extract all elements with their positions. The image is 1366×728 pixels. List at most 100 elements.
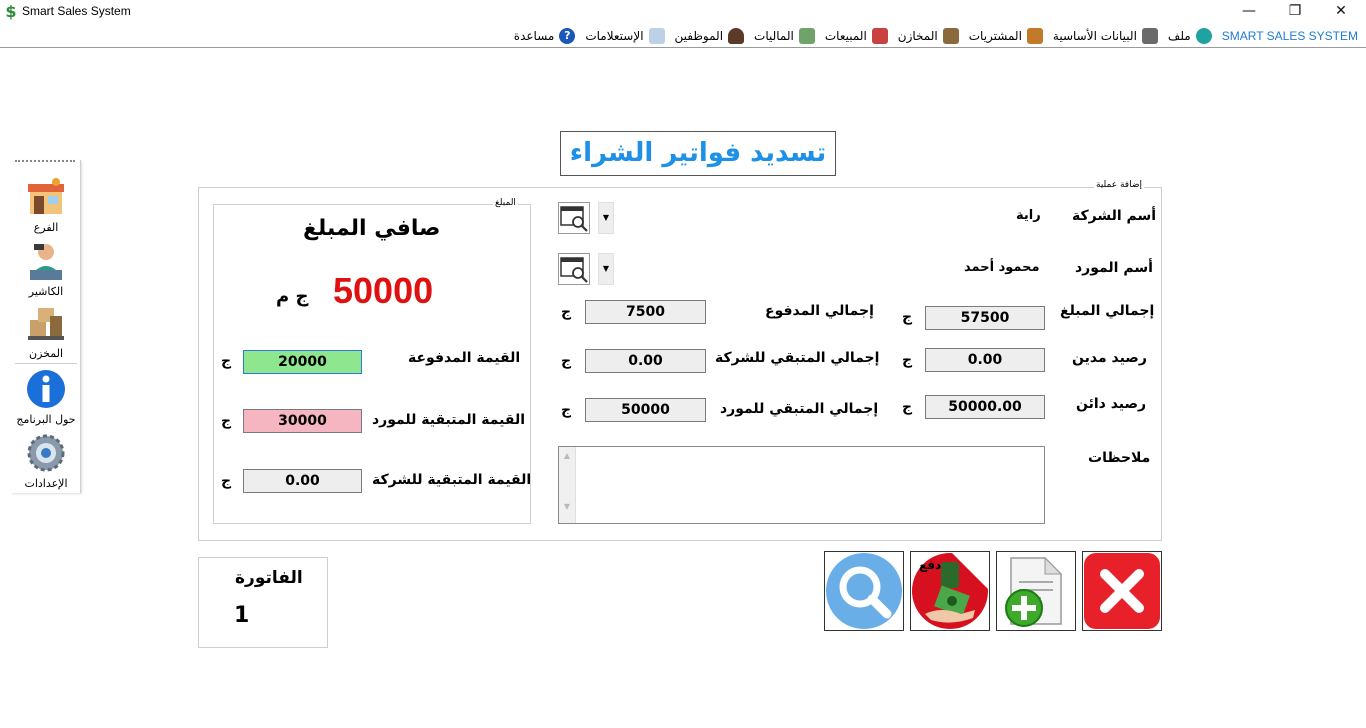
- menu-brand-label: SMART SALES SYSTEM: [1221, 29, 1358, 43]
- remaining-supplier-value-label: القيمة المتبقية للمورد: [372, 412, 526, 428]
- scroll-up-icon[interactable]: ▲: [559, 451, 575, 460]
- window-search-icon: [560, 206, 588, 232]
- basic-data-icon: [1141, 28, 1158, 44]
- menu-brand[interactable]: SMART SALES SYSTEM: [1222, 29, 1358, 43]
- pay-button[interactable]: دفع: [910, 551, 990, 631]
- info-icon: [27, 370, 65, 408]
- debit-balance-field[interactable]: 0.00: [925, 348, 1045, 372]
- add-document-icon: [1005, 556, 1063, 627]
- app-dollar-icon: $: [5, 2, 17, 21]
- pay-button-label: دفع: [919, 558, 942, 572]
- notes-scrollbar[interactable]: ▲ ▼: [559, 447, 576, 523]
- supplier-dropdown-arrow[interactable]: ▼: [598, 253, 614, 285]
- file-icon: [1195, 28, 1212, 44]
- menu-employees-label: الموظفين: [674, 29, 724, 43]
- menu-file[interactable]: ملف: [1168, 28, 1212, 44]
- total-amount-label: إجمالي المبلغ: [1060, 303, 1155, 319]
- page-title: تسديد فواتير الشراء: [560, 131, 836, 176]
- company-dropdown-arrow[interactable]: ▼: [598, 202, 614, 234]
- toolbox-cashier[interactable]: الكاشير: [11, 240, 81, 298]
- branch-icon: [28, 178, 64, 214]
- company-name-label: أسم الشركة: [1072, 208, 1157, 224]
- employees-icon: [728, 28, 745, 44]
- remaining-company-label: إجمالي المتبقي للشركة: [715, 350, 880, 366]
- notes-label: ملاحظات: [1088, 450, 1151, 466]
- help-icon: ?: [559, 28, 576, 44]
- menu-finance[interactable]: الماليات: [754, 28, 815, 44]
- credit-balance-field[interactable]: 50000.00: [925, 395, 1045, 419]
- cashier-icon: [30, 244, 62, 280]
- menu-sales-label: المبيعات: [824, 29, 867, 43]
- menu-help[interactable]: مساعدة ?: [514, 28, 576, 44]
- toolbox-cashier-label: الكاشير: [28, 285, 64, 298]
- toolbox-about-label: حول البرنامج: [16, 413, 76, 426]
- toolbox-branch[interactable]: الفرع: [11, 176, 81, 234]
- menu-items: مساعدة ? الإستعلامات الموظفين الماليات ا…: [514, 24, 1358, 48]
- menu-help-label: مساعدة: [513, 29, 555, 43]
- restore-button[interactable]: ❐: [1272, 0, 1318, 24]
- paid-value-label: القيمة المدفوعة: [408, 350, 521, 366]
- menu-warehouse[interactable]: المخازن: [898, 28, 959, 44]
- purchases-icon: [1026, 28, 1043, 44]
- menu-employees[interactable]: الموظفين: [675, 28, 745, 44]
- toolbox-store[interactable]: المخزن: [11, 302, 81, 360]
- paid-value-field[interactable]: 20000: [243, 350, 362, 374]
- menu-purchases[interactable]: المشتريات: [969, 28, 1043, 44]
- side-toolbox: الفرع الكاشير المخزن حول البرنامج الإعدا…: [11, 160, 81, 493]
- total-amount-currency: ج: [902, 309, 913, 325]
- menu-queries-label: الإستعلامات: [585, 29, 644, 43]
- menu-purchases-label: المشتريات: [968, 29, 1022, 43]
- toolbox-store-label: المخزن: [28, 347, 63, 360]
- remaining-company-field[interactable]: 0.00: [585, 349, 706, 373]
- cancel-button[interactable]: [1082, 551, 1162, 631]
- notes-textarea[interactable]: ▲ ▼: [558, 446, 1045, 524]
- magnifier-icon: [826, 553, 902, 629]
- toolbox-settings[interactable]: الإعدادات: [11, 432, 81, 490]
- remaining-supplier-field[interactable]: 50000: [585, 398, 706, 422]
- supplier-name-label: أسم المورد: [1075, 260, 1153, 276]
- title-bar: $ Smart Sales System — ❐ ✕: [0, 0, 1366, 24]
- scroll-down-icon[interactable]: ▼: [559, 502, 575, 511]
- supplier-lookup-button[interactable]: [558, 253, 590, 285]
- net-amount-label: صافي المبلغ: [303, 216, 441, 241]
- remaining-company-value-label: القيمة المتبقية للشركة: [372, 472, 532, 488]
- toolbox-grip[interactable]: [15, 160, 75, 164]
- search-button[interactable]: [824, 551, 904, 631]
- company-lookup-button[interactable]: [558, 202, 590, 234]
- queries-icon: [648, 28, 665, 44]
- toolbox-branch-label: الفرع: [33, 221, 59, 234]
- close-x-icon: [1084, 553, 1160, 629]
- amount-group-caption: المبلغ: [493, 198, 518, 208]
- total-paid-currency: ج: [561, 304, 572, 320]
- close-window-button[interactable]: ✕: [1318, 0, 1364, 24]
- menu-basic-data[interactable]: البيانات الأساسية: [1053, 28, 1158, 44]
- remaining-company-value-field[interactable]: 0.00: [243, 469, 362, 493]
- invoice-box: الفاتورة 1: [198, 557, 328, 648]
- menu-file-label: ملف: [1167, 29, 1191, 43]
- remaining-supplier-currency: ج: [561, 402, 572, 418]
- menu-sales[interactable]: المبيعات: [825, 28, 888, 44]
- remaining-company-value-currency: ج: [221, 473, 232, 489]
- remaining-supplier-value-currency: ج: [221, 413, 232, 429]
- total-paid-field[interactable]: 7500: [585, 300, 706, 324]
- cart-icon: [871, 28, 888, 44]
- operation-group-caption: إضافة عملية: [1094, 180, 1144, 190]
- store-icon: [28, 308, 64, 340]
- menu-warehouse-label: المخازن: [897, 29, 938, 43]
- remaining-supplier-value-field[interactable]: 30000: [243, 409, 362, 433]
- minimize-button[interactable]: —: [1226, 0, 1272, 24]
- credit-balance-currency: ج: [902, 399, 913, 415]
- add-button[interactable]: [996, 551, 1076, 631]
- settings-icon: [27, 434, 65, 472]
- debit-balance-currency: ج: [902, 352, 913, 368]
- total-paid-label: إجمالي المدفوع: [765, 303, 874, 319]
- remaining-supplier-label: إجمالي المتبقي للمورد: [720, 401, 879, 417]
- invoice-number: 1: [234, 603, 250, 628]
- total-amount-field[interactable]: 57500: [925, 306, 1045, 330]
- warehouse-icon: [942, 28, 959, 44]
- menu-queries[interactable]: الإستعلامات: [585, 28, 665, 44]
- net-amount-value: 50000: [333, 270, 434, 311]
- credit-balance-label: رصيد دائن: [1076, 396, 1147, 412]
- toolbox-about[interactable]: حول البرنامج: [11, 368, 81, 426]
- menu-finance-label: الماليات: [754, 29, 794, 43]
